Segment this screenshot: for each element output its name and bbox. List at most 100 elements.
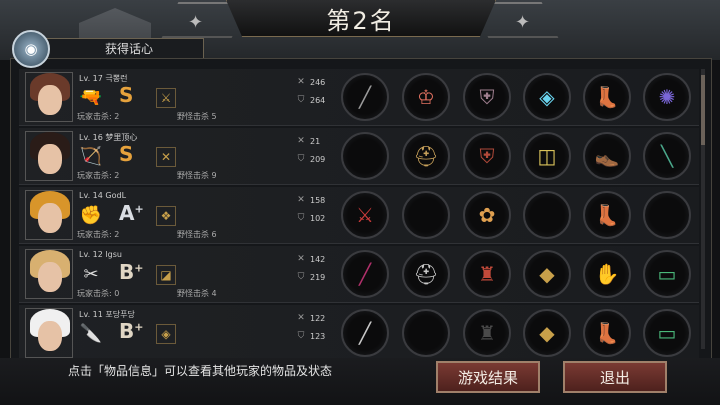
grade-plus: + [134, 202, 144, 216]
attack-value: 122 [310, 313, 326, 323]
galaxy-accessory-icon[interactable]: ✺ [643, 73, 691, 121]
camera-emblem-icon[interactable]: ◉ [12, 30, 50, 68]
defense-stat: ⛉ 102 [295, 213, 326, 223]
gold-arm-guard-icon[interactable]: ◆ [523, 309, 571, 357]
grade-badge: A+ [119, 201, 144, 225]
grade-letter: B [119, 319, 135, 343]
gauntlet-icon[interactable]: ✋ [583, 250, 631, 298]
defense-stat: ⛉ 209 [295, 154, 326, 164]
red-coat-icon[interactable]: ♜ [463, 250, 511, 298]
empty-slot-icon[interactable] [402, 191, 450, 239]
player-level: Lv. 12 [79, 250, 103, 259]
green-scope-rifle-icon[interactable]: ▭ [643, 309, 691, 357]
red-blade-weapon-icon[interactable]: ⚔ [341, 191, 389, 239]
attack-value: 246 [310, 77, 326, 87]
grade-badge: B+ [119, 319, 143, 343]
player-portrait[interactable] [25, 249, 73, 299]
defense-stat: ⛉ 219 [295, 272, 326, 282]
monster-kills: 野怪击杀 5 [177, 112, 217, 121]
tab-heart[interactable]: 获得话心 [44, 38, 204, 58]
player-portrait[interactable] [25, 131, 73, 181]
level-name: Lv. 12 lgsu [79, 250, 122, 259]
game-result-button[interactable]: 游戏结果 [436, 361, 540, 393]
exit-button[interactable]: 退出 [563, 361, 667, 393]
player-portrait[interactable] [25, 72, 73, 122]
attack-stat: ✕ 142 [295, 254, 325, 264]
player-list-panel: Lv. 17 극뽕런 🔫 S ⚔ 玩家击杀: 2 野怪击杀 5 ✕ 246 ⛉ 26… [10, 58, 712, 360]
footer-bar: 点击「物品信息」可以查看其他玩家的物品及状态 游戏结果 退出 [0, 358, 720, 405]
player-name: GodL [105, 191, 127, 200]
monster-kills: 野怪击杀 4 [177, 289, 217, 298]
tab-label: 获得话心 [105, 42, 154, 56]
attack-stat: ✕ 122 [295, 313, 325, 323]
katana-icon[interactable]: ╱ [341, 309, 389, 357]
player-name: 梦里顶心 [105, 133, 138, 142]
empty-slot-icon[interactable] [402, 309, 450, 357]
iron-helm-icon[interactable]: ⛑ [402, 250, 450, 298]
player-row[interactable]: Lv. 17 극뽕런 🔫 S ⚔ 玩家击杀: 2 野怪击杀 5 ✕ 246 ⛉ 26… [19, 69, 699, 126]
defense-stat: ⛉ 264 [295, 95, 326, 105]
grade-plus: + [134, 261, 144, 275]
empty-slot-icon[interactable] [523, 191, 571, 239]
club-icon[interactable]: ╲ [643, 132, 691, 180]
portrait-face [38, 144, 62, 174]
crossed-swords-stat-icon: ✕ [297, 254, 305, 264]
portrait-face [38, 203, 62, 233]
player-portrait[interactable] [25, 190, 73, 240]
pistol-icon: 🔫 [79, 86, 103, 108]
crossed-guns-left-icon: ✦ [188, 12, 204, 33]
defense-value: 264 [310, 95, 326, 105]
player-kills: 玩家击杀: 2 [77, 171, 120, 180]
grade-badge: B+ [119, 260, 143, 284]
blue-crystal-bracer-icon[interactable]: ◈ [523, 73, 571, 121]
player-row[interactable]: Lv. 12 lgsu ✂ B+ ◪ 玩家击杀: 0 野怪击杀 4 ✕ 142 ⛉… [19, 246, 699, 303]
armored-greaves-icon[interactable]: 👢 [583, 73, 631, 121]
attack-stat: ✕ 21 [295, 136, 320, 146]
gold-arm-guard-icon[interactable]: ◆ [523, 250, 571, 298]
portrait-face [38, 85, 62, 115]
player-row[interactable]: Lv. 14 GodL ✊ A+ ❖ 玩家击杀: 2 野怪击杀 6 ✕ 158 ⛉… [19, 187, 699, 244]
grade-letter: S [119, 83, 134, 107]
empty-slot-icon[interactable] [643, 191, 691, 239]
player-portrait[interactable] [25, 308, 73, 358]
attack-stat: ✕ 246 [295, 77, 325, 87]
gold-bracer-icon[interactable]: ◫ [523, 132, 571, 180]
player-row[interactable]: Lv. 11 포당푸당 🔪 B+ ◈ ✕ 122 ⛉ 123 ╱ ♜ ◆ 👢 ▭ [19, 305, 699, 359]
portrait-face [38, 321, 62, 351]
black-boots-icon[interactable]: 👢 [583, 309, 631, 357]
player-name: lgsu [105, 250, 122, 259]
dark-jacket-icon[interactable]: ♜ [463, 309, 511, 357]
scrollbar-thumb[interactable] [701, 75, 705, 145]
gold-shard-icon: ◪ [156, 265, 176, 285]
green-emerald-icon: ◈ [156, 324, 176, 344]
level-name: Lv. 14 GodL [79, 191, 126, 200]
defense-value: 209 [310, 154, 326, 164]
attack-value: 142 [310, 254, 326, 264]
golden-helmet-icon[interactable]: ⛑ [402, 132, 450, 180]
black-boots-icon[interactable]: 👢 [583, 191, 631, 239]
shield-stat-icon: ⛉ [297, 213, 305, 223]
shield-stat-icon: ⛉ [297, 154, 305, 164]
crossed-swords-stat-icon: ✕ [297, 313, 305, 323]
defense-stat: ⛉ 123 [295, 331, 326, 341]
empty-slot-icon[interactable] [341, 132, 389, 180]
player-kills: 玩家击杀: 0 [77, 289, 120, 298]
player-row[interactable]: Lv. 16 梦里顶心 🏹 S ✕ 玩家击杀: 2 野怪击杀 9 ✕ 21 ⛉ 20… [19, 128, 699, 185]
horned-helm-icon[interactable]: ♔ [402, 73, 450, 121]
red-armor-icon[interactable]: ⛨ [463, 132, 511, 180]
green-scope-rifle-icon[interactable]: ▭ [643, 250, 691, 298]
crossed-swords-stat-icon: ✕ [297, 77, 305, 87]
crossed-sticks-icon: ✕ [156, 147, 176, 167]
crimson-sword-icon[interactable]: ╱ [341, 250, 389, 298]
monster-kills: 野怪击杀 6 [177, 230, 217, 239]
sniper-rifle-icon[interactable]: ╱ [341, 73, 389, 121]
grade-badge: S [119, 142, 133, 166]
crossed-swords-stat-icon: ✕ [297, 136, 305, 146]
grade-letter: S [119, 142, 134, 166]
leather-boots-icon[interactable]: 👞 [583, 132, 631, 180]
scrollbar[interactable] [701, 69, 705, 349]
gauntlet-armor-icon[interactable]: ⛨ [463, 73, 511, 121]
shield-stat-icon: ⛉ [297, 331, 305, 341]
flower-armor-icon[interactable]: ✿ [463, 191, 511, 239]
grade-badge: S [119, 83, 133, 107]
